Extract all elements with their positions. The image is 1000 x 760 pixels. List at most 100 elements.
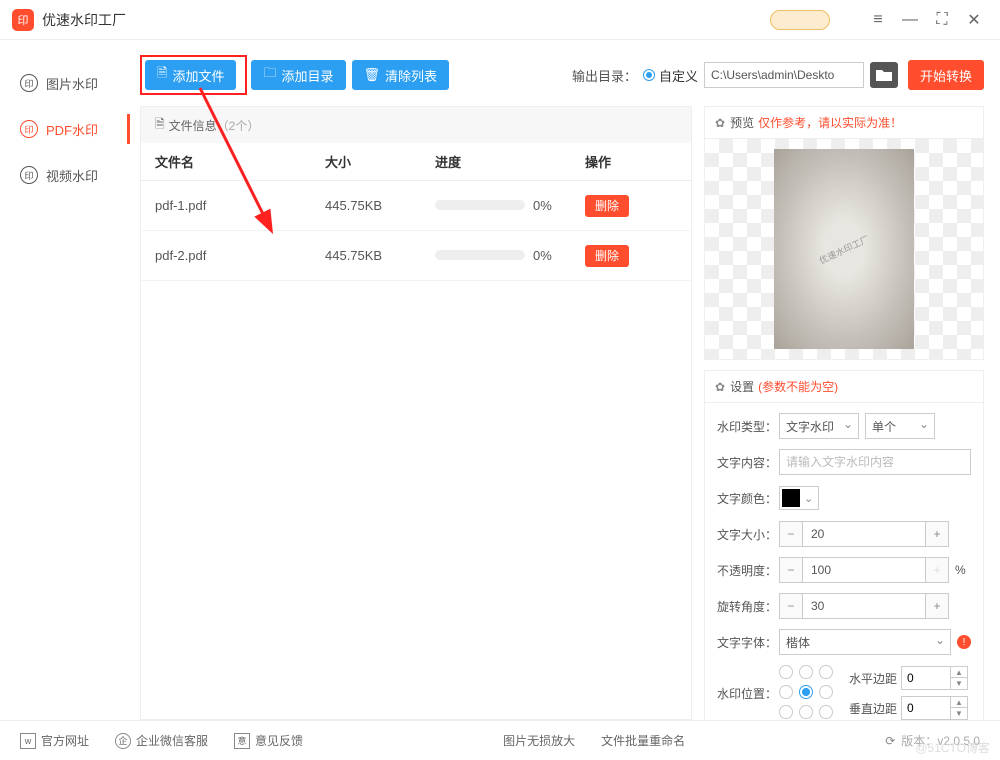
rotate-increase-button[interactable]: + — [925, 593, 949, 619]
feedback-link[interactable]: 意意见反馈 — [234, 732, 303, 749]
col-size: 大小 — [325, 152, 435, 171]
opacity-increase-button[interactable]: + — [925, 557, 949, 583]
sidebar-item-label: 视频水印 — [46, 166, 98, 185]
table-header: 文件名 大小 进度 操作 — [141, 143, 691, 181]
sidebar-item-pdf[interactable]: 印 PDF水印 — [0, 106, 130, 152]
preview-title: 预览 — [730, 114, 754, 131]
preview-image: 优速水印工厂 — [774, 149, 914, 349]
output-dir-label: 输出目录： — [572, 66, 637, 85]
sidebar: 印 图片水印 印 PDF水印 印 视频水印 — [0, 40, 130, 720]
col-operation: 操作 — [585, 152, 645, 171]
image-watermark-icon: 印 — [20, 74, 38, 92]
hmargin-input[interactable] — [901, 666, 951, 690]
minimize-button[interactable]: — — [896, 6, 924, 34]
file-list-header: 🗎 文件信息 （2个） — [141, 107, 691, 143]
app-title: 优速水印工厂 — [42, 10, 126, 30]
titlebar: 印 优速水印工厂 ≡ — ⛶ ✕ — [0, 0, 1000, 40]
position-label: 水印位置： — [717, 685, 779, 702]
page-watermark: @51CTO博客 — [915, 739, 990, 756]
document-icon: 🗎 — [155, 115, 165, 136]
vmargin-label: 垂直边距 — [849, 700, 901, 717]
watermark-text-input[interactable] — [779, 449, 971, 475]
close-button[interactable]: ✕ — [960, 6, 988, 34]
vmargin-down[interactable]: ▼ — [951, 708, 967, 719]
delete-button[interactable]: 删除 — [585, 245, 629, 267]
official-site-link[interactable]: w官方网址 — [20, 732, 89, 749]
settings-panel: ✿ 设置 (参数不能为空) 水印类型： 文字水印 单个 文字内容： — [704, 370, 984, 720]
delete-button[interactable]: 删除 — [585, 195, 629, 217]
file-name: pdf-1.pdf — [155, 198, 325, 213]
trash-icon: 🗑 — [364, 67, 381, 83]
menu-icon[interactable]: ≡ — [864, 6, 892, 34]
size-decrease-button[interactable]: − — [779, 521, 803, 547]
position-grid — [779, 665, 835, 720]
pos-br[interactable] — [819, 705, 833, 719]
folder-icon: 🗀 — [263, 64, 276, 86]
file-progress: 0% — [435, 248, 585, 263]
text-color-picker[interactable] — [779, 486, 819, 510]
output-custom-radio[interactable] — [643, 69, 655, 81]
opacity-unit: % — [955, 563, 966, 577]
font-select[interactable]: 楷体 — [779, 629, 951, 655]
opacity-value[interactable]: 100 — [803, 557, 925, 583]
title-banner — [550, 8, 750, 32]
start-convert-button[interactable]: 开始转换 — [908, 60, 984, 90]
settings-note: (参数不能为空) — [758, 378, 838, 395]
pdf-watermark-icon: 印 — [20, 120, 38, 138]
pos-ml[interactable] — [779, 685, 793, 699]
opacity-decrease-button[interactable]: − — [779, 557, 803, 583]
title-badge[interactable] — [770, 10, 830, 30]
clear-list-button[interactable]: 🗑 清除列表 — [352, 60, 450, 90]
sidebar-item-image[interactable]: 印 图片水印 — [0, 60, 130, 106]
maximize-button[interactable]: ⛶ — [928, 6, 956, 34]
pos-tr[interactable] — [819, 665, 833, 679]
add-file-button[interactable]: 🗎 添加文件 — [145, 60, 236, 90]
file-name: pdf-2.pdf — [155, 248, 325, 263]
app-logo-icon: 印 — [12, 9, 34, 31]
hmargin-down[interactable]: ▼ — [951, 678, 967, 689]
pos-bl[interactable] — [779, 705, 793, 719]
watermark-mode-select[interactable]: 单个 — [865, 413, 935, 439]
file-size: 445.75KB — [325, 248, 435, 263]
sidebar-item-video[interactable]: 印 视频水印 — [0, 152, 130, 198]
add-folder-button[interactable]: 🗀 添加目录 — [251, 60, 345, 90]
annotation-highlight: 🗎 添加文件 — [140, 55, 247, 95]
browse-folder-button[interactable] — [870, 62, 898, 88]
col-name: 文件名 — [155, 152, 325, 171]
content-label: 文字内容： — [717, 454, 779, 471]
pos-mc[interactable] — [799, 685, 813, 699]
lossless-zoom-link[interactable]: 图片无损放大 — [503, 732, 575, 749]
footer: w官方网址 企企业微信客服 意意见反馈 图片无损放大 文件批量重命名 ⟳ 版本：… — [0, 720, 1000, 760]
output-custom-label: 自定义 — [659, 66, 698, 85]
size-label: 文字大小： — [717, 526, 779, 543]
refresh-icon[interactable]: ⟳ — [885, 734, 895, 748]
wechat-support-link[interactable]: 企企业微信客服 — [115, 732, 208, 749]
size-increase-button[interactable]: + — [925, 521, 949, 547]
file-icon: 🗎 — [157, 64, 167, 86]
video-watermark-icon: 印 — [20, 166, 38, 184]
size-value[interactable]: 20 — [803, 521, 925, 547]
rotate-value[interactable]: 30 — [803, 593, 925, 619]
batch-rename-link[interactable]: 文件批量重命名 — [601, 732, 685, 749]
globe-icon: w — [20, 733, 36, 749]
hmargin-up[interactable]: ▲ — [951, 667, 967, 678]
pos-bc[interactable] — [799, 705, 813, 719]
table-row: pdf-2.pdf 445.75KB 0% 删除 — [141, 231, 691, 281]
table-row: pdf-1.pdf 445.75KB 0% 删除 — [141, 181, 691, 231]
pos-tl[interactable] — [779, 665, 793, 679]
file-list-panel: 🗎 文件信息 （2个） 文件名 大小 进度 操作 pdf-1.pdf 445.7… — [140, 106, 692, 720]
rotate-label: 旋转角度： — [717, 598, 779, 615]
gear-icon: ✿ — [715, 380, 725, 394]
wechat-icon: 企 — [115, 733, 131, 749]
sidebar-item-label: PDF水印 — [46, 120, 98, 139]
pos-mr[interactable] — [819, 685, 833, 699]
type-label: 水印类型： — [717, 418, 779, 435]
watermark-type-select[interactable]: 文字水印 — [779, 413, 859, 439]
pos-tc[interactable] — [799, 665, 813, 679]
rotate-decrease-button[interactable]: − — [779, 593, 803, 619]
preview-note: 仅作参考，请以实际为准！ — [758, 114, 902, 131]
output-path-input[interactable] — [704, 62, 864, 88]
font-label: 文字字体： — [717, 634, 779, 651]
vmargin-input[interactable] — [901, 696, 951, 720]
vmargin-up[interactable]: ▲ — [951, 697, 967, 708]
